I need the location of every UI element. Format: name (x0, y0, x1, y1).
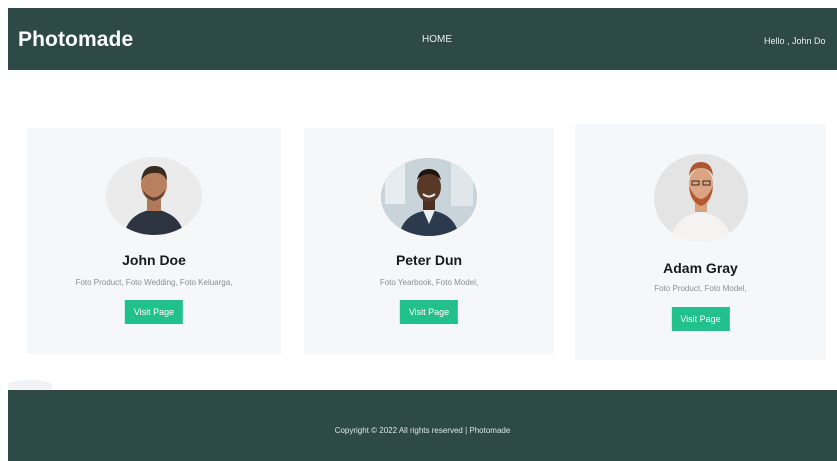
photographer-name: Peter Dun (395, 252, 463, 268)
avatar-photo-peter-dun (381, 158, 477, 236)
copyright-text: Copyright © 2022 All rights reserved | P… (334, 426, 511, 435)
floating-element-shadow (8, 380, 52, 390)
avatar-photo-john-doe (106, 157, 202, 235)
brand-logo[interactable]: Photomade (18, 28, 133, 52)
avatar-photo-adam-gray (653, 154, 748, 242)
visit-page-button[interactable]: Visit Page (399, 300, 459, 324)
photographer-card: Peter Dun Foto Yearbook, Foto Model, Vis… (304, 128, 554, 354)
avatar (106, 157, 202, 235)
photographer-name: John Doe (122, 252, 186, 268)
footer: Copyright © 2022 All rights reserved | P… (8, 390, 837, 461)
photographer-name: Adam Gray (663, 260, 738, 276)
photographer-services: Foto Product, Foto Wedding, Foto Keluarg… (75, 278, 233, 287)
navbar: Photomade HOME Hello , John Do (8, 8, 837, 70)
avatar (381, 158, 477, 236)
nav-link-home[interactable]: HOME (422, 34, 452, 45)
photographer-card: John Doe Foto Product, Foto Wedding, Fot… (27, 128, 281, 354)
visit-page-button[interactable]: Visit Page (124, 300, 184, 324)
photographer-services: Foto Yearbook, Foto Model, (379, 278, 479, 287)
photographer-services: Foto Product, Foto Model, (654, 284, 747, 293)
avatar (653, 154, 748, 242)
visit-page-button[interactable]: Visit Page (671, 307, 730, 331)
photographer-card: Adam Gray Foto Product, Foto Model, Visi… (575, 124, 826, 360)
user-greeting[interactable]: Hello , John Do (764, 36, 826, 46)
